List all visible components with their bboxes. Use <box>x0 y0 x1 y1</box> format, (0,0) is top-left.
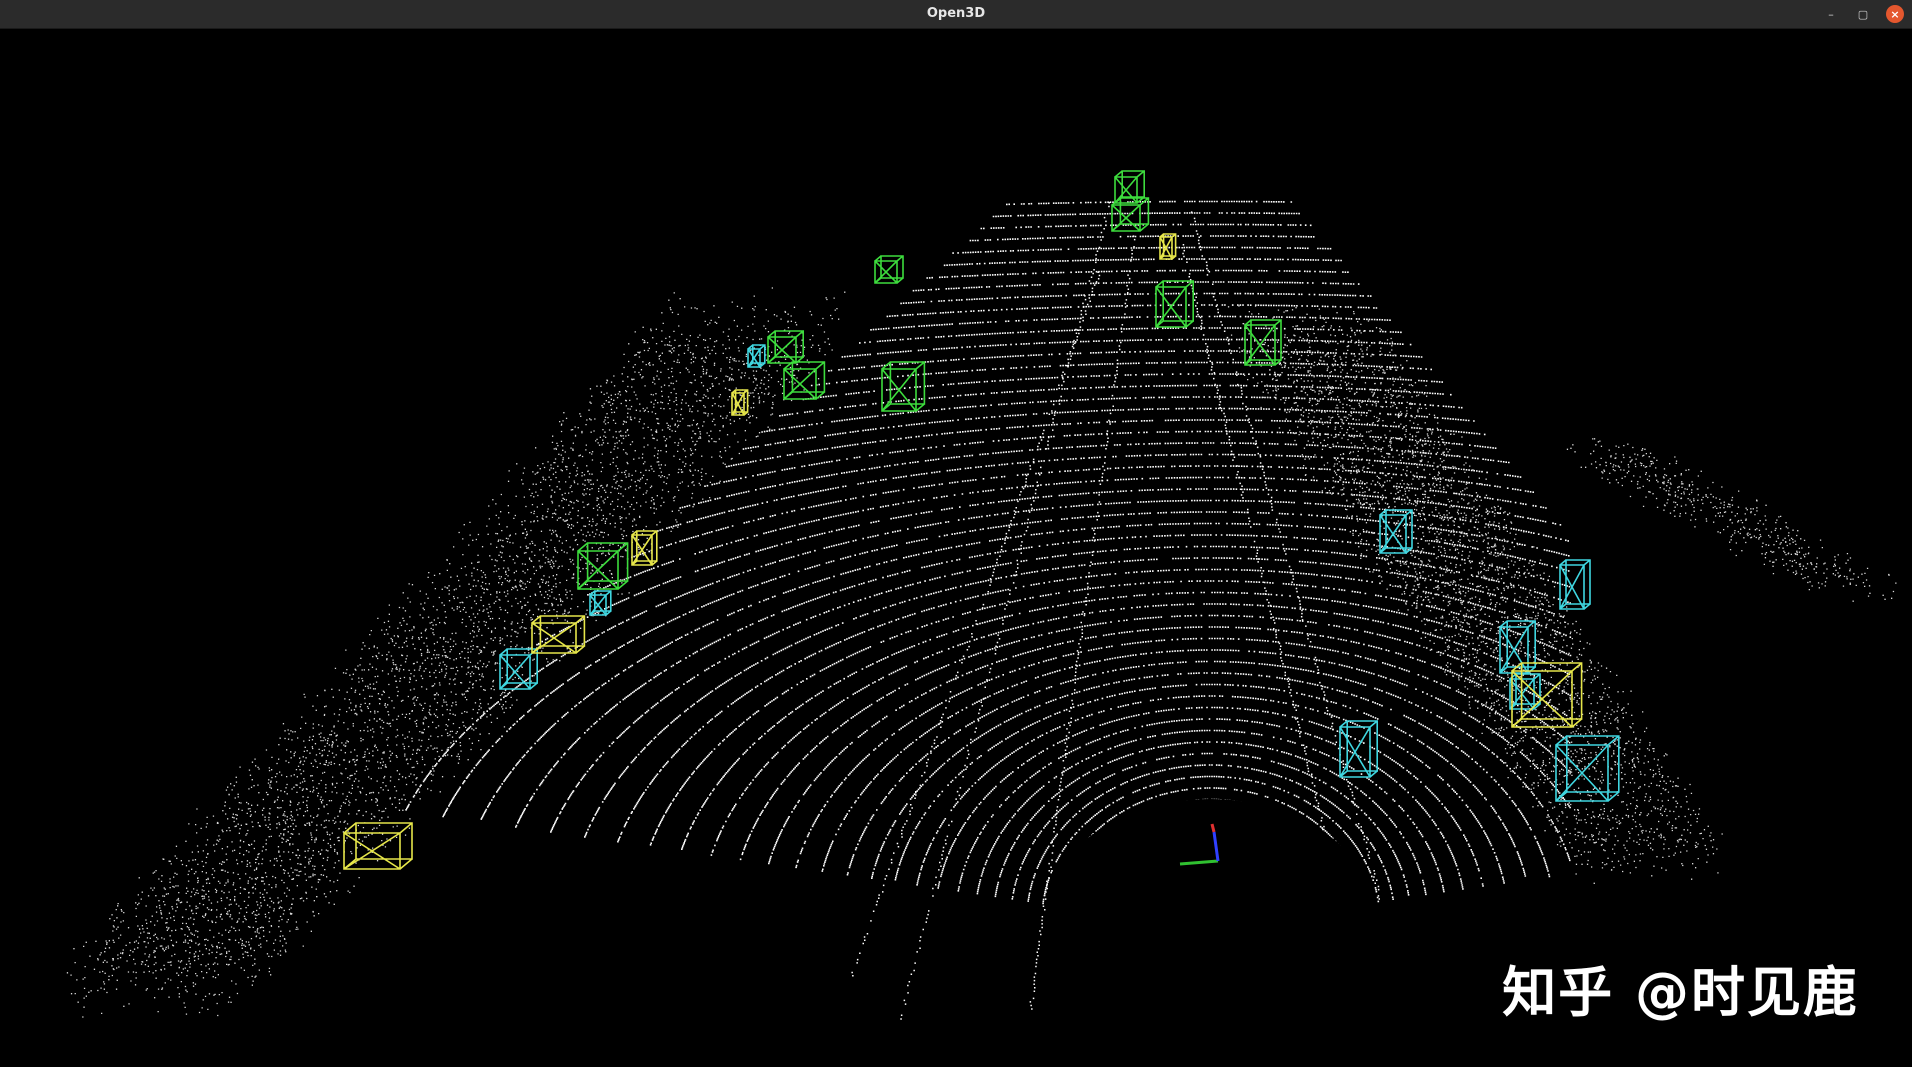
car-bounding-box[interactable] <box>1155 280 1194 328</box>
car-bounding-box[interactable] <box>767 330 804 364</box>
pedestrian-bounding-box[interactable] <box>747 344 766 368</box>
lidar-scan-rings <box>405 200 1572 912</box>
3d-viewport[interactable]: 知乎 @时见鹿 <box>0 29 1912 1067</box>
window-title: Open3D <box>926 6 986 21</box>
ground-points <box>405 200 1572 912</box>
pedestrian-bounding-box[interactable] <box>1509 673 1541 710</box>
pedestrian-bounding-box[interactable] <box>1499 620 1536 674</box>
point-cloud-scene <box>66 170 1897 1020</box>
cyclist-bounding-box[interactable] <box>531 615 586 654</box>
car-bounding-box[interactable] <box>577 542 629 590</box>
cyclist-bounding-box[interactable] <box>1159 233 1177 260</box>
window-titlebar[interactable]: Open3D – ▢ × <box>0 0 1912 29</box>
close-button[interactable]: × <box>1886 5 1904 23</box>
car-bounding-box[interactable] <box>1244 319 1282 366</box>
sensor-blind-zone <box>1050 799 1370 1019</box>
x-axis-line <box>1210 823 1216 833</box>
maximize-button[interactable]: ▢ <box>1854 5 1872 23</box>
cyclist-bounding-box[interactable] <box>631 530 658 566</box>
roadside-clutter-points <box>66 287 1897 1018</box>
pedestrian-bounding-box[interactable] <box>499 648 538 690</box>
pedestrian-bounding-box[interactable] <box>1339 720 1378 778</box>
cyclist-bounding-box[interactable] <box>343 822 413 870</box>
window-controls: – ▢ × <box>1822 0 1904 28</box>
pedestrian-bounding-box[interactable] <box>589 590 612 616</box>
car-bounding-box[interactable] <box>874 255 904 284</box>
minimize-button[interactable]: – <box>1822 5 1840 23</box>
watermark-text: 知乎 @时见鹿 <box>1502 961 1859 1024</box>
